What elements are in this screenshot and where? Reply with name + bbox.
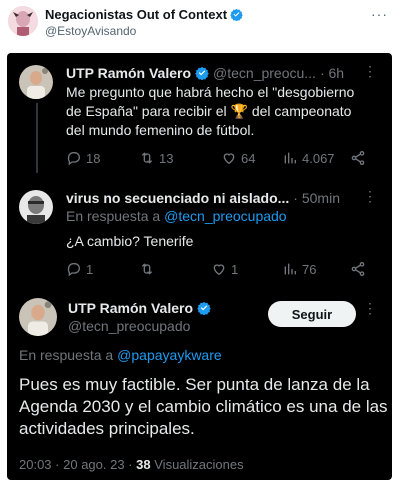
- views-chart-icon: [284, 263, 296, 275]
- reply-prefix: En respuesta a: [19, 347, 114, 363]
- views-count: 4.067: [302, 150, 335, 166]
- retweet-button[interactable]: 13: [139, 150, 173, 166]
- like-count: 64: [241, 150, 256, 166]
- share-icon: [351, 262, 365, 276]
- retweet-button[interactable]: [139, 261, 159, 277]
- share-button[interactable]: [350, 261, 366, 277]
- reply-icon: [67, 263, 80, 277]
- tweet1-header: UTP Ramón Valero @tecn_preocu... · 6h: [66, 65, 344, 81]
- tweet3-handle[interactable]: @tecn_preocupado: [68, 318, 190, 334]
- outer-display-name[interactable]: Negacionistas Out of Context: [45, 7, 243, 22]
- verified-badge-icon: [230, 8, 243, 21]
- tweet2-more-icon[interactable]: ⋮: [363, 188, 378, 205]
- outer-avatar[interactable]: [8, 6, 38, 36]
- like-count: 1: [231, 261, 239, 277]
- tweet1-name[interactable]: UTP Ramón Valero: [66, 65, 191, 81]
- heart-icon: [213, 264, 225, 276]
- tweet1-time[interactable]: · 6h: [320, 65, 344, 81]
- share-icon: [351, 151, 365, 165]
- reply-button[interactable]: 18: [66, 150, 100, 166]
- tweet1-actions: 18 13 64 4.067: [66, 150, 366, 168]
- tweet1-text: Me pregunto que habrá hecho el "desgobie…: [66, 83, 366, 140]
- outer-tweet-header: Negacionistas Out of Context @EstoyAvisa…: [0, 0, 400, 50]
- reply-prefix: En respuesta a: [66, 208, 161, 224]
- tweet1-more-icon[interactable]: ⋮: [363, 63, 378, 80]
- footer-separator: ·: [55, 457, 64, 472]
- thread-connector: [36, 103, 38, 173]
- trophy-icon: 🏆: [230, 103, 248, 119]
- tweet2-text: ¿A cambio? Tenerife: [66, 233, 194, 249]
- reply-to-link[interactable]: @papayaykware: [117, 347, 222, 363]
- reply-count: 18: [86, 150, 101, 166]
- retweet-icon: [141, 152, 153, 164]
- like-button[interactable]: 64: [221, 150, 255, 166]
- tweet2-reply-context: En respuesta a @tecn_preocupado: [66, 208, 287, 224]
- reply-icon: [67, 152, 80, 166]
- tweet3-date[interactable]: 20 ago. 23: [63, 457, 124, 472]
- reply-count: 1: [86, 261, 94, 277]
- outer-handle[interactable]: @EstoyAvisando: [45, 24, 136, 38]
- views-button[interactable]: 76: [282, 261, 316, 277]
- tweet2-header: virus no secuenciado ni aislado... · 50m…: [66, 190, 340, 206]
- views-button[interactable]: 4.067: [282, 150, 335, 166]
- reply-to-link[interactable]: @tecn_preocupado: [164, 208, 286, 224]
- follow-button[interactable]: Seguir: [268, 301, 356, 327]
- tweet3-header: UTP Ramón Valero: [68, 300, 211, 316]
- tweet2-actions: 1 1 76: [66, 261, 366, 279]
- tweet2-avatar[interactable]: [19, 190, 53, 224]
- retweet-icon: [141, 263, 153, 275]
- verified-badge-icon: [197, 301, 211, 315]
- tweet1-handle[interactable]: @tecn_preocu...: [213, 65, 316, 81]
- views-count: 76: [302, 261, 317, 277]
- like-button[interactable]: 1: [211, 261, 238, 277]
- tweet3-reply-context: En respuesta a @papayaykware: [19, 347, 222, 363]
- views-chart-icon: [284, 152, 296, 164]
- footer-separator: ·: [128, 457, 137, 472]
- tweet3-footer: 20:03 · 20 ago. 23 · 38 Visualizaciones: [19, 457, 244, 472]
- tweet-2[interactable]: virus no secuenciado ni aislado... · 50m…: [7, 178, 392, 286]
- tweet2-name[interactable]: virus no secuenciado ni aislado...: [66, 190, 289, 206]
- tweet-1[interactable]: UTP Ramón Valero @tecn_preocu... · 6h ⋮ …: [7, 53, 392, 178]
- thread-card: UTP Ramón Valero @tecn_preocu... · 6h ⋮ …: [7, 53, 392, 480]
- tweet3-more-icon[interactable]: ⋮: [363, 300, 378, 317]
- tweet3-views-label: Visualizaciones: [154, 457, 244, 472]
- tweet3-time[interactable]: 20:03: [19, 457, 52, 472]
- tweet3-avatar[interactable]: [19, 298, 57, 336]
- tweet3-views-count: 38: [136, 457, 151, 472]
- outer-more-icon[interactable]: ···: [371, 6, 388, 22]
- retweet-count: 13: [159, 150, 174, 166]
- tweet3-text: Pues es muy factible. Ser punta de lanza…: [19, 375, 388, 438]
- reply-button[interactable]: 1: [66, 261, 93, 277]
- tweet1-avatar[interactable]: [19, 65, 53, 99]
- verified-badge-icon: [195, 66, 209, 80]
- tweet3-name[interactable]: UTP Ramón Valero: [68, 300, 193, 316]
- tweet2-time[interactable]: · 50min: [293, 190, 340, 206]
- heart-icon: [223, 153, 235, 165]
- share-button[interactable]: [350, 150, 366, 166]
- outer-name-text: Negacionistas Out of Context: [45, 7, 228, 22]
